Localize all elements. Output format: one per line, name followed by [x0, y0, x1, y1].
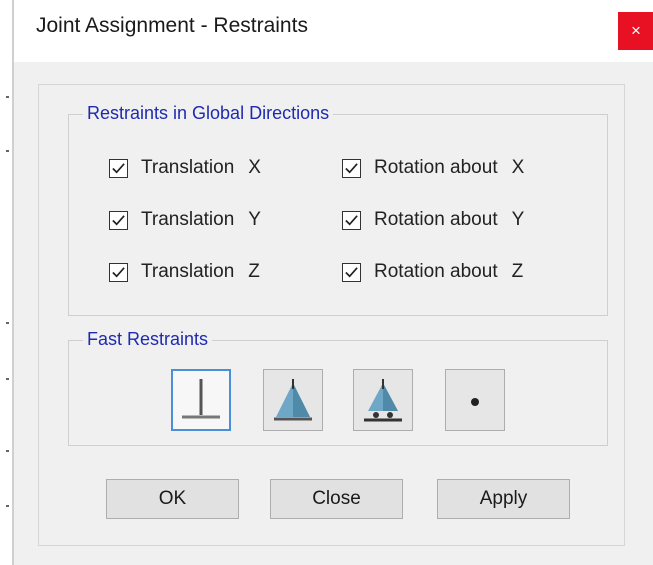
background-tick	[6, 450, 9, 452]
title-bar[interactable]: Joint Assignment - Restraints ×	[14, 0, 653, 62]
translation-z-checkbox[interactable]: Translation Z	[109, 261, 260, 283]
restraints-group: Restraints in Global Directions Translat…	[68, 103, 608, 316]
background-window-strip	[0, 0, 13, 565]
rotation-x-label: Rotation about	[374, 157, 498, 178]
fixed-support-icon	[182, 379, 220, 419]
pinned-support-icon	[274, 379, 312, 421]
free-joint-icon	[471, 398, 479, 406]
translation-x-axis: X	[248, 157, 261, 178]
roller-support-icon	[364, 379, 402, 422]
background-tick	[6, 150, 9, 152]
translation-y-axis: Y	[248, 209, 261, 230]
close-button[interactable]: Close	[270, 479, 403, 519]
translation-y-checkbox[interactable]: Translation Y	[109, 209, 261, 231]
checkbox-box[interactable]	[342, 262, 361, 282]
rotation-y-axis: Y	[511, 209, 525, 230]
rotation-x-checkbox[interactable]: Rotation about X	[342, 157, 524, 179]
apply-button-label: Apply	[479, 488, 528, 509]
checkbox-box[interactable]	[109, 158, 128, 178]
translation-x-checkbox[interactable]: Translation X	[109, 157, 261, 179]
fast-restraints-group: Fast Restraints	[68, 329, 608, 446]
apply-button[interactable]: Apply	[437, 479, 570, 519]
rotation-z-checkbox[interactable]: Rotation about Z	[342, 261, 523, 283]
fixed-restraint-button[interactable]	[171, 369, 231, 431]
roller-restraint-button[interactable]	[353, 369, 413, 431]
restraints-group-label: Restraints in Global Directions	[83, 103, 334, 124]
close-icon: ×	[631, 21, 641, 40]
translation-y-label: Translation	[141, 209, 235, 230]
fast-restraints-group-label: Fast Restraints	[83, 329, 213, 350]
rotation-z-axis: Z	[511, 261, 524, 282]
checkbox-box[interactable]	[109, 210, 128, 230]
joint-restraints-dialog: Joint Assignment - Restraints × Restrain…	[13, 0, 653, 565]
translation-z-label: Translation	[141, 261, 235, 282]
rotation-y-checkbox[interactable]: Rotation about Y	[342, 209, 524, 231]
background-tick	[6, 96, 9, 98]
rotation-y-label: Rotation about	[374, 209, 498, 230]
ok-button-label: OK	[158, 488, 187, 509]
free-restraint-button[interactable]	[445, 369, 505, 431]
checkbox-box[interactable]	[342, 210, 361, 230]
background-tick	[6, 378, 9, 380]
ok-button[interactable]: OK	[106, 479, 239, 519]
background-tick	[6, 505, 9, 507]
checkbox-box[interactable]	[109, 262, 128, 282]
pinned-restraint-button[interactable]	[263, 369, 323, 431]
rotation-x-axis: X	[511, 157, 525, 178]
translation-x-label: Translation	[141, 157, 235, 178]
checkbox-box[interactable]	[342, 158, 361, 178]
window-title: Joint Assignment - Restraints	[36, 14, 308, 37]
close-button-label: Close	[312, 488, 361, 509]
rotation-z-label: Rotation about	[374, 261, 498, 282]
background-tick	[6, 322, 9, 324]
close-window-button[interactable]: ×	[618, 12, 653, 50]
translation-z-axis: Z	[248, 261, 260, 282]
